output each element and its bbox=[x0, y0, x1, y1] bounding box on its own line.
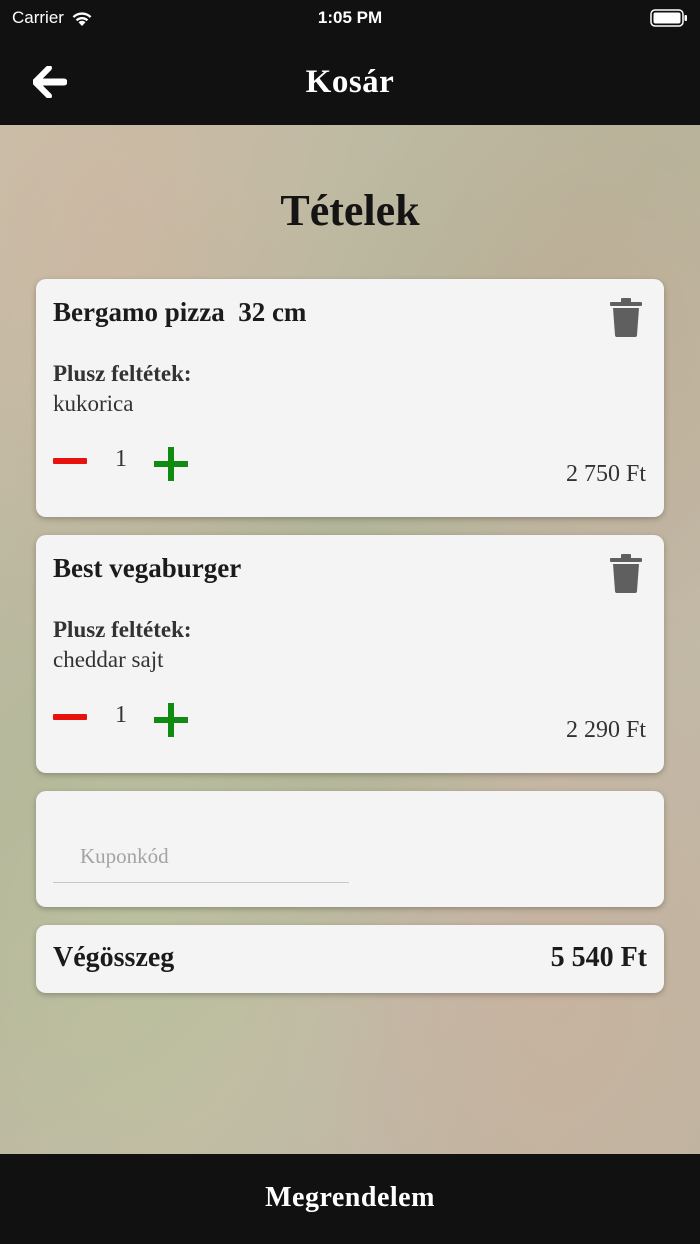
quantity-value: 1 bbox=[115, 446, 127, 472]
cart-item: Bergamo pizza 32 cm Plusz feltétek: kuko… bbox=[36, 279, 664, 517]
battery-icon bbox=[650, 9, 687, 27]
total-value: 5 540 Ft bbox=[550, 942, 647, 973]
nav-bar: Kosár bbox=[0, 40, 700, 125]
trash-icon[interactable] bbox=[610, 297, 642, 337]
item-name: Bergamo pizza 32 cm bbox=[53, 297, 307, 327]
page-title: Kosár bbox=[305, 64, 395, 100]
extras-label: Plusz feltétek: bbox=[53, 361, 192, 386]
increase-quantity-button[interactable] bbox=[154, 446, 190, 482]
item-price: 2 290 Ft bbox=[565, 717, 646, 743]
cart-item: Best vegaburger Plusz feltétek: cheddar … bbox=[36, 535, 664, 773]
item-price: 2 750 Ft bbox=[565, 461, 646, 487]
order-button-label: Megrendelem bbox=[265, 1182, 435, 1213]
extras-label: Plusz feltétek: bbox=[53, 617, 192, 642]
coupon-input[interactable] bbox=[53, 831, 349, 883]
extras-value: cheddar sajt bbox=[53, 647, 164, 672]
cart-content: Tételek Bergamo pizza 32 cm Plusz feltét… bbox=[0, 125, 700, 1154]
status-time: 1:05 PM bbox=[317, 8, 383, 27]
section-title: Tételek bbox=[280, 186, 420, 235]
decrease-quantity-button[interactable] bbox=[53, 705, 89, 729]
coupon-card bbox=[36, 791, 664, 907]
trash-icon[interactable] bbox=[610, 553, 642, 593]
status-bar: Carrier 1:05 PM bbox=[0, 0, 700, 40]
order-button[interactable]: Megrendelem bbox=[0, 1154, 700, 1244]
total-card: Végösszeg 5 540 Ft bbox=[36, 925, 664, 993]
increase-quantity-button[interactable] bbox=[154, 702, 190, 738]
extras-value: kukorica bbox=[53, 391, 134, 416]
item-name: Best vegaburger bbox=[53, 553, 242, 583]
quantity-value: 1 bbox=[115, 702, 127, 728]
decrease-quantity-button[interactable] bbox=[53, 449, 89, 473]
total-label: Végösszeg bbox=[53, 942, 175, 973]
